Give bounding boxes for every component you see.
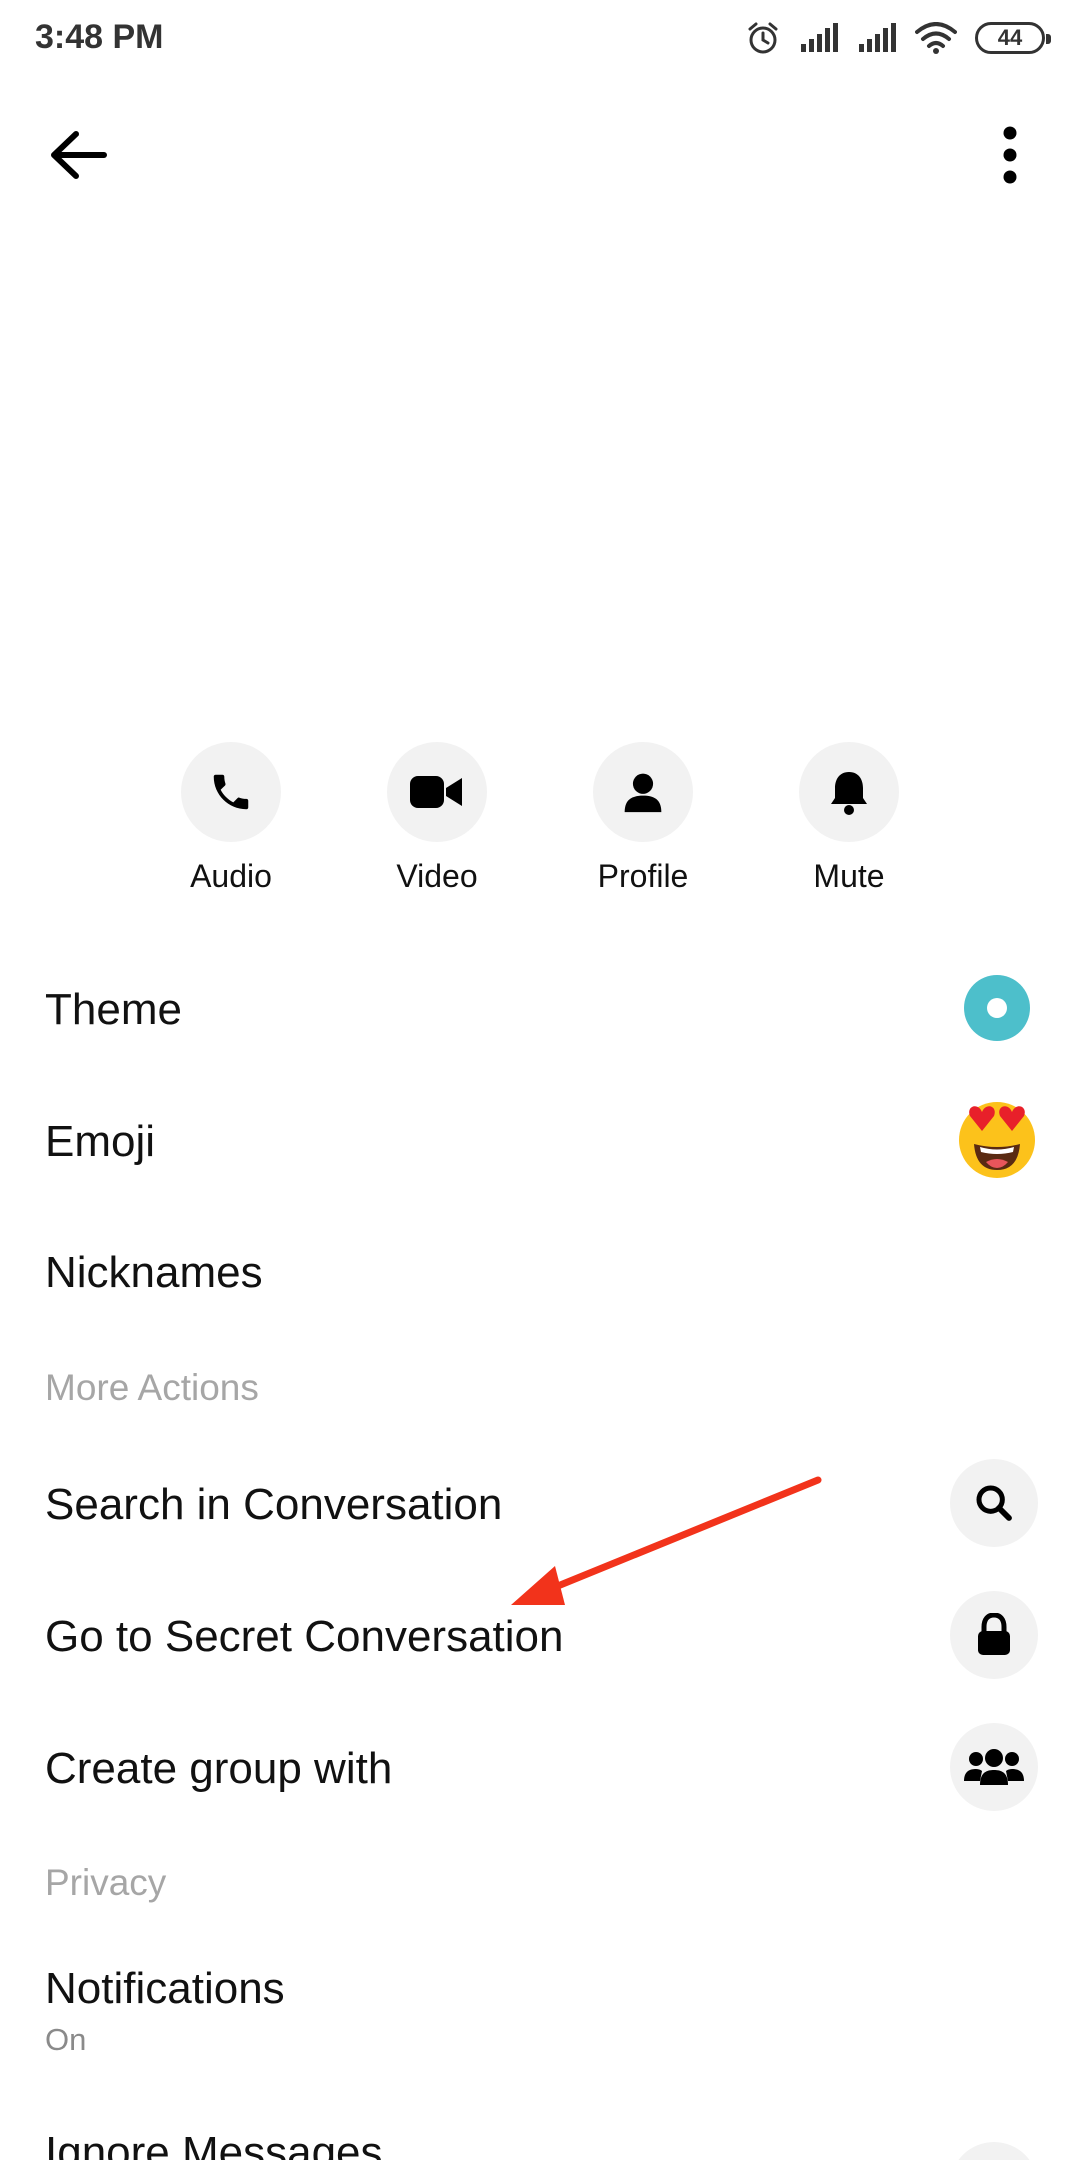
theme-row[interactable]: Theme (0, 945, 1080, 1075)
group-circle (950, 1723, 1038, 1811)
mute-label: Mute (813, 858, 885, 894)
alarm-icon (748, 22, 778, 54)
create-group-label: Create group with (45, 1744, 393, 1793)
secret-conversation-label: Go to Secret Conversation (45, 1612, 564, 1661)
search-icon (976, 1485, 1012, 1521)
privacy-header: Privacy (45, 1862, 167, 1903)
theme-color-swatch (964, 975, 1030, 1041)
audio-circle (181, 742, 281, 842)
back-button[interactable] (38, 115, 118, 195)
status-bar: 3:48 PM 44 (0, 0, 1080, 80)
secret-conversation-row[interactable]: Go to Secret Conversation (0, 1570, 1080, 1700)
notifications-row[interactable]: Notifications On (0, 1940, 1080, 2070)
more-actions-header: More Actions (45, 1367, 259, 1408)
battery-level: 44 (997, 25, 1023, 50)
group-icon (964, 1749, 1024, 1785)
signal-icon-2 (859, 23, 896, 52)
nicknames-row[interactable]: Nicknames (0, 1208, 1080, 1338)
emoji-row[interactable]: Emoji (0, 1077, 1080, 1207)
create-group-row[interactable]: Create group with (0, 1702, 1080, 1832)
notifications-value: On (45, 2022, 87, 2057)
bell-icon (831, 772, 867, 815)
profile-button[interactable]: Profile (563, 742, 723, 895)
audio-label: Audio (190, 858, 272, 894)
video-label: Video (396, 858, 478, 894)
audio-call-button[interactable]: Audio (151, 742, 311, 895)
profile-label: Profile (597, 858, 689, 894)
notifications-label: Notifications (45, 1964, 285, 2013)
ignore-messages-row[interactable]: Ignore Messages (0, 2100, 1080, 2160)
phone-icon (213, 774, 249, 810)
lock-icon (978, 1613, 1010, 1655)
status-icons: 44 (745, 18, 1051, 58)
more-options-button[interactable] (970, 115, 1050, 195)
search-conversation-label: Search in Conversation (45, 1480, 503, 1529)
vertical-dots-icon (1003, 126, 1017, 184)
nicknames-label: Nicknames (45, 1248, 263, 1297)
video-camera-icon (410, 776, 462, 808)
ignore-circle (950, 2142, 1038, 2160)
heart-eyes-emoji-icon (959, 1102, 1035, 1178)
search-circle (950, 1459, 1038, 1547)
ignore-messages-label: Ignore Messages (45, 2128, 383, 2160)
status-time: 3:48 PM (35, 18, 164, 56)
signal-icon (801, 23, 838, 52)
emoji-label: Emoji (45, 1117, 156, 1166)
person-icon (624, 773, 662, 813)
mute-circle (799, 742, 899, 842)
quick-actions: Audio Video Profile Mute (0, 742, 1080, 902)
back-arrow-icon (51, 131, 107, 179)
mute-button[interactable]: Mute (769, 742, 929, 895)
theme-label: Theme (45, 985, 182, 1034)
battery-icon: 44 (975, 22, 1051, 54)
lock-circle (950, 1591, 1038, 1679)
video-circle (387, 742, 487, 842)
profile-circle (593, 742, 693, 842)
wifi-icon (915, 22, 957, 54)
search-conversation-row[interactable]: Search in Conversation (0, 1438, 1080, 1568)
video-call-button[interactable]: Video (357, 742, 517, 895)
